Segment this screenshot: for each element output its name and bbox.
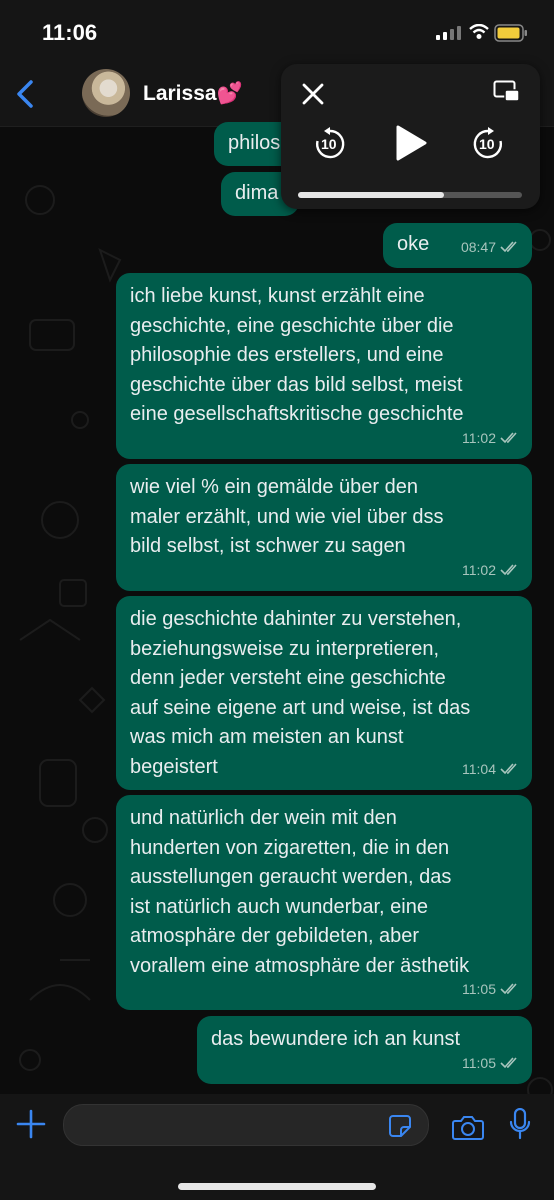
double-check-icon xyxy=(500,564,517,576)
message-text: die geschichte dahinter zu verstehen, be… xyxy=(130,608,471,778)
exit-pip-icon[interactable] xyxy=(493,80,521,104)
message-meta: 08:47 xyxy=(461,233,520,263)
message-meta: 11:02 xyxy=(462,424,520,454)
cellular-signal-icon xyxy=(436,26,461,40)
sticker-icon[interactable] xyxy=(388,1114,412,1138)
message-time: 11:04 xyxy=(462,760,496,777)
wifi-icon xyxy=(469,24,489,39)
message-bubble[interactable]: und natürlich der wein mit den hunderten… xyxy=(116,795,532,1010)
double-check-icon xyxy=(500,1057,517,1069)
message-time: 11:02 xyxy=(462,429,496,446)
pip-video-player[interactable]: 10 10 xyxy=(281,64,540,209)
message-input[interactable] xyxy=(63,1104,429,1146)
contact-name[interactable]: Larissa💕 xyxy=(143,82,243,106)
home-indicator xyxy=(178,1183,376,1190)
status-bar: 11:06 xyxy=(0,0,554,60)
back-chevron-icon[interactable] xyxy=(14,78,36,110)
message-text: ich liebe kunst, kunst erzählt eine gesc… xyxy=(130,285,464,425)
close-icon[interactable] xyxy=(301,82,325,106)
rewind-seconds-label: 10 xyxy=(321,136,337,152)
message-time: 11:02 xyxy=(462,561,496,578)
message-meta: 11:02 xyxy=(462,556,520,586)
message-text: philos xyxy=(228,132,281,154)
message-text: das bewundere ich an kunst xyxy=(211,1028,461,1050)
message-time: 08:47 xyxy=(460,238,496,255)
message-meta: 11:04 xyxy=(462,755,520,785)
microphone-icon[interactable] xyxy=(509,1108,531,1140)
forward-10-button[interactable]: 10 xyxy=(471,127,505,166)
message-bubble[interactable]: oke 08:47 xyxy=(383,223,532,268)
message-time: 11:05 xyxy=(462,1054,496,1071)
contact-avatar[interactable] xyxy=(82,69,130,117)
message-meta: 11:05 xyxy=(462,975,520,1005)
message-meta: 11:05 xyxy=(462,1049,520,1079)
playback-progress-fill xyxy=(298,192,444,198)
double-check-icon xyxy=(500,763,517,775)
status-time: 11:06 xyxy=(42,20,98,45)
message-time: 11:05 xyxy=(462,980,496,997)
rewind-10-button[interactable]: 10 xyxy=(313,127,347,166)
message-bubble[interactable]: ich liebe kunst, kunst erzählt eine gesc… xyxy=(116,273,532,459)
double-check-icon xyxy=(500,983,517,995)
message-text: und natürlich der wein mit den hunderten… xyxy=(130,807,470,977)
battery-icon xyxy=(494,24,527,42)
double-check-icon xyxy=(500,432,517,444)
message-text: dima xyxy=(235,182,279,204)
playback-progress-bar[interactable] xyxy=(298,192,522,198)
message-text: oke xyxy=(397,233,430,255)
message-bubble[interactable]: das bewundere ich an kunst 11:05 xyxy=(197,1016,532,1084)
message-bubble[interactable]: die geschichte dahinter zu verstehen, be… xyxy=(116,596,532,790)
camera-icon[interactable] xyxy=(452,1114,484,1140)
message-bubble[interactable]: wie viel % ein gemälde über den maler er… xyxy=(116,464,532,591)
message-text: wie viel % ein gemälde über den maler er… xyxy=(130,476,444,557)
forward-seconds-label: 10 xyxy=(479,136,495,152)
play-icon[interactable] xyxy=(394,124,428,162)
double-check-icon xyxy=(500,241,517,253)
plus-icon[interactable] xyxy=(16,1109,46,1139)
